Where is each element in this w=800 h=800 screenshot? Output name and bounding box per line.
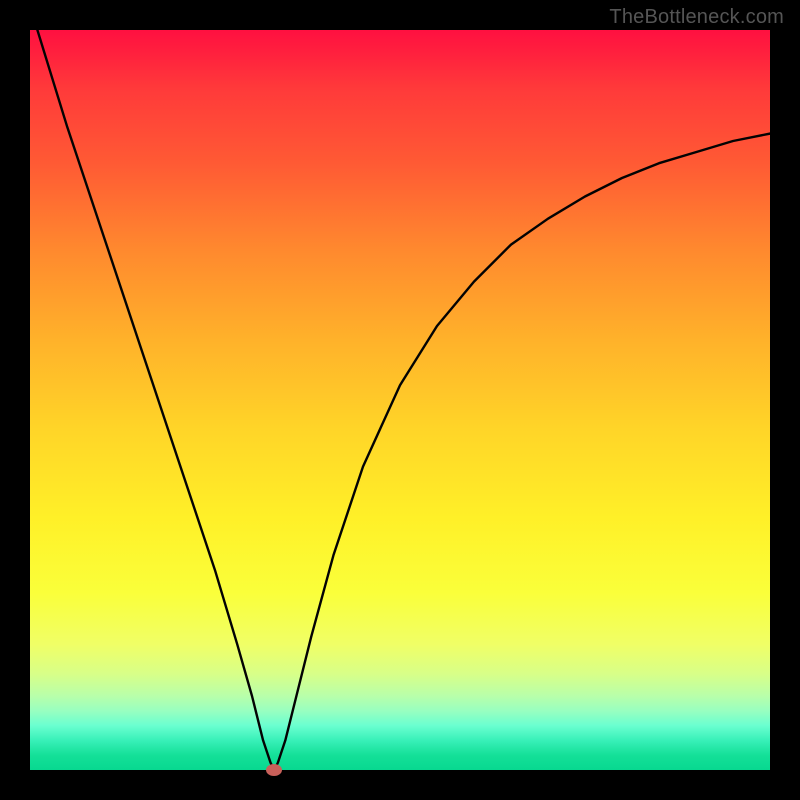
chart-plot-area bbox=[30, 30, 770, 770]
bottleneck-curve-path bbox=[37, 30, 770, 770]
bottleneck-curve-svg bbox=[30, 30, 770, 770]
watermark-text: TheBottleneck.com bbox=[609, 6, 784, 29]
bottleneck-minimum-marker bbox=[266, 764, 282, 776]
